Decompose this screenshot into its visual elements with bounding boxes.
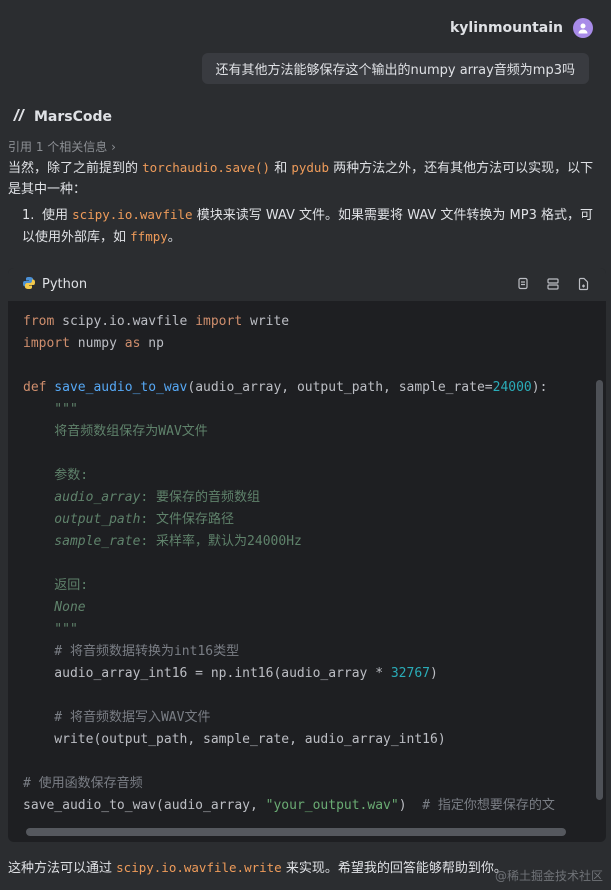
bot-header: MarsCode bbox=[12, 108, 112, 126]
answer-text: 。 bbox=[167, 230, 181, 245]
code-token: : 文件保存路径 bbox=[140, 512, 235, 527]
code-token: numpy bbox=[69, 336, 125, 351]
reference-link[interactable]: 引用 1 个相关信息 › bbox=[8, 138, 116, 155]
code-token: # 使用函数保存音频 bbox=[23, 776, 143, 791]
answer-text: 来实现。希望我的回答能够帮助到你。 bbox=[281, 861, 507, 876]
code-language: Python bbox=[22, 276, 87, 294]
bot-name: MarsCode bbox=[34, 109, 113, 125]
code-token: """ bbox=[23, 402, 78, 417]
code-token: # 将音频数据写入WAV文件 bbox=[23, 710, 211, 725]
code-block: Python from scipy.io.wavfile import writ… bbox=[8, 268, 606, 842]
code-token: None bbox=[23, 600, 86, 615]
code-token: write bbox=[242, 314, 290, 329]
code-token: # 指定你想要保存的文 bbox=[422, 798, 555, 813]
code-token: ): bbox=[531, 380, 548, 395]
code-token: audio_array bbox=[23, 490, 141, 505]
answer-text: 这种方法可以通过 bbox=[8, 861, 117, 876]
closing-paragraph: 这种方法可以通过 scipy.io.wavfile.write 来实现。希望我的… bbox=[8, 857, 507, 876]
watermark: @稀土掘金技术社区 bbox=[494, 869, 603, 883]
user-name: kylinmountain bbox=[449, 20, 563, 36]
code-token: as bbox=[124, 336, 141, 351]
horizontal-scrollbar[interactable] bbox=[26, 828, 566, 836]
list-number: 1. bbox=[22, 208, 35, 223]
marscode-logo-icon bbox=[12, 108, 28, 126]
inline-code: ffmpy bbox=[130, 229, 168, 244]
code-token: sample_rate bbox=[23, 534, 141, 549]
code-token: import bbox=[195, 314, 243, 329]
inline-code: scipy.io.wavfile bbox=[72, 207, 193, 222]
code-token: "your_output.wav" bbox=[265, 798, 399, 813]
inline-code: pydub bbox=[291, 160, 329, 175]
code-content: from scipy.io.wavfile import write impor… bbox=[8, 302, 606, 826]
code-token: def bbox=[23, 380, 47, 395]
copy-icon[interactable] bbox=[516, 277, 532, 293]
code-token: save_audio_to_wav bbox=[46, 380, 188, 395]
user-message: 还有其他方法能够保存这个输出的numpy array音频为mp3吗 bbox=[201, 53, 589, 84]
code-token: 32767 bbox=[390, 666, 430, 681]
code-token: 将音频数组保存为WAV文件 bbox=[23, 424, 208, 439]
code-token: import bbox=[23, 336, 70, 351]
inline-code: torchaudio.save() bbox=[142, 160, 271, 175]
python-icon bbox=[22, 276, 36, 294]
user-header: kylinmountain bbox=[450, 18, 593, 38]
code-token: : 采样率，默认为24000Hz bbox=[140, 534, 302, 549]
vertical-scrollbar[interactable] bbox=[596, 380, 603, 800]
code-token: save_audio_to_wav(audio_array, bbox=[23, 798, 266, 813]
answer-text: 当然，除了之前提到的 bbox=[8, 161, 143, 176]
code-token: output_path bbox=[23, 512, 141, 527]
insert-code-icon[interactable] bbox=[546, 277, 562, 293]
code-header: Python bbox=[8, 268, 606, 302]
answer-paragraph: 当然，除了之前提到的 torchaudio.save() 和 pydub 两种方… bbox=[8, 157, 598, 200]
answer-list-item: 1. 使用 scipy.io.wavfile 模块来读写 WAV 文件。如果需要将… bbox=[8, 204, 598, 248]
code-token: ) bbox=[398, 798, 423, 813]
code-token: # 将音频数据转换为int16类型 bbox=[23, 644, 240, 659]
code-token: (audio_array, output_path, sample_rate= bbox=[187, 380, 493, 395]
answer-text: 和 bbox=[270, 161, 292, 176]
new-file-icon[interactable] bbox=[576, 277, 592, 293]
user-avatar-icon[interactable] bbox=[573, 18, 593, 38]
code-token: from bbox=[23, 314, 55, 329]
code-token: scipy.io.wavfile bbox=[54, 314, 196, 329]
code-actions bbox=[516, 277, 592, 293]
inline-code: scipy.io.wavfile.write bbox=[116, 860, 282, 875]
code-token: write(output_path, sample_rate, audio_ar… bbox=[23, 732, 446, 747]
code-language-label: Python bbox=[42, 277, 88, 292]
code-token: np bbox=[140, 336, 164, 351]
code-token: audio_array_int16 = np.int16(audio_array… bbox=[23, 666, 391, 681]
code-token: 24000 bbox=[492, 380, 532, 395]
code-token: : 要保存的音频数组 bbox=[140, 490, 261, 505]
answer-text: 使用 bbox=[42, 208, 73, 223]
code-token: 返回: bbox=[23, 578, 89, 593]
code-token: ) bbox=[430, 666, 438, 681]
code-token: 参数: bbox=[23, 468, 89, 483]
code-token: """ bbox=[23, 622, 78, 637]
